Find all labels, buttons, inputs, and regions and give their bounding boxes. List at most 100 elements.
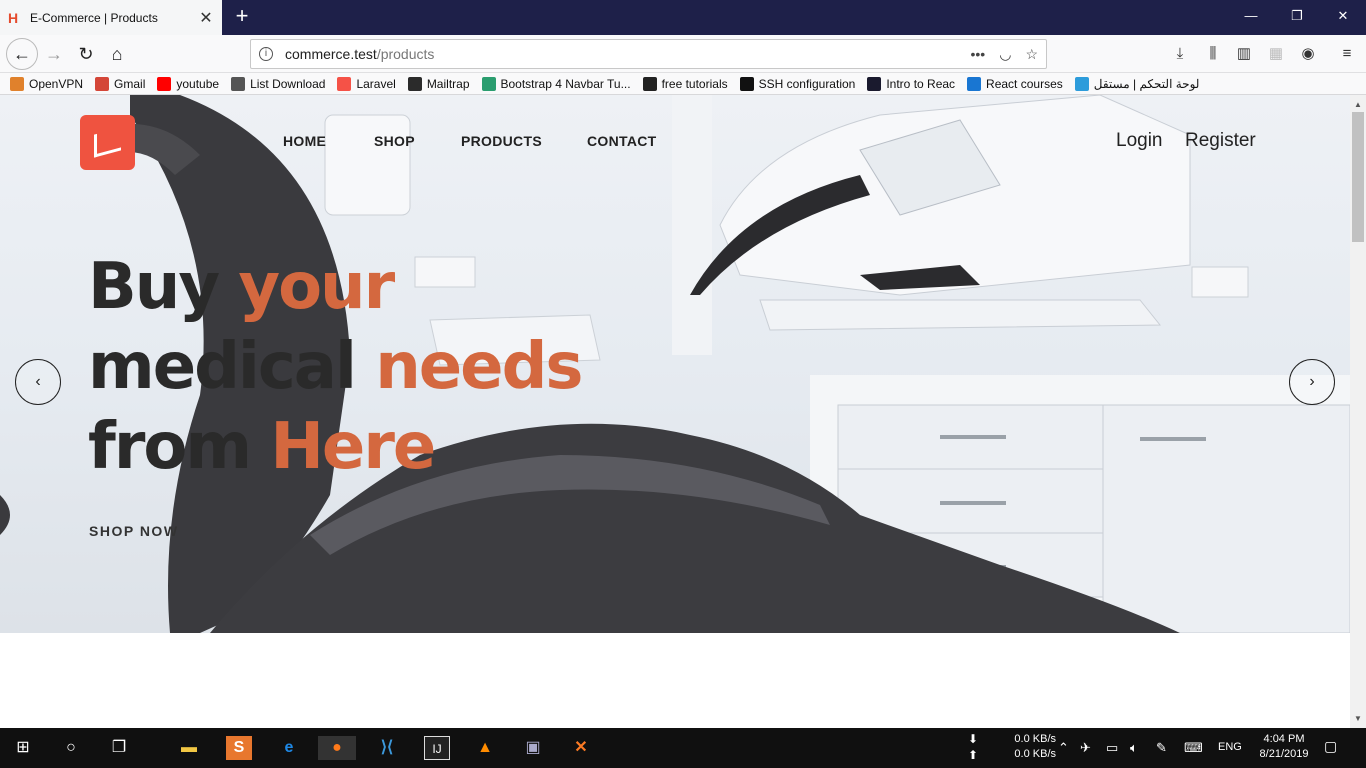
bookmark-label: Gmail xyxy=(114,76,146,91)
bookmark-item[interactable]: youtube xyxy=(157,76,220,91)
bookmark-label: free tutorials xyxy=(661,76,728,91)
bookmark-label: Bootstrap 4 Navbar Tu... xyxy=(500,76,631,91)
home-icon[interactable]: ⌂ xyxy=(103,40,131,68)
bookmark-label: youtube xyxy=(176,76,220,91)
keyboard-icon[interactable]: ⌨ xyxy=(1184,740,1203,755)
sidebar-icon[interactable]: ▥ xyxy=(1234,44,1254,64)
hero-carousel: HOME SHOP PRODUCTS CONTACT Login Registe… xyxy=(0,95,1350,633)
firefox-icon[interactable]: ● xyxy=(318,736,356,760)
navigation-toolbar: ← → ↻ ⌂ i commerce.test/products ••• ◡ ☆… xyxy=(0,35,1366,73)
scrollbar-thumb[interactable] xyxy=(1352,112,1364,242)
nav-products[interactable]: PRODUCTS xyxy=(461,133,542,149)
bookmark-favicon-icon xyxy=(481,76,496,91)
nav-contact[interactable]: CONTACT xyxy=(587,133,657,149)
bookmark-favicon-icon xyxy=(10,76,24,91)
menu-icon[interactable]: ≡ xyxy=(1337,44,1357,64)
back-icon[interactable]: ← xyxy=(6,38,38,70)
net-up-speed: 0.0 KB/s xyxy=(1014,748,1056,760)
volume-icon[interactable]: 🔈︎ xyxy=(1130,740,1138,755)
intellij-icon[interactable]: IJ xyxy=(424,736,450,760)
headline-line1-b: your xyxy=(238,250,395,324)
net-down-speed: 0.0 KB/s xyxy=(1014,733,1056,745)
bookmark-item[interactable]: free tutorials xyxy=(642,76,728,91)
carousel-next-icon[interactable]: › xyxy=(1289,359,1335,405)
url-bar[interactable]: i commerce.test/products ••• ◡ ☆ xyxy=(250,39,1047,69)
battery-icon[interactable]: ▭ xyxy=(1106,740,1118,755)
bookmark-item[interactable]: OpenVPN xyxy=(10,76,84,91)
site-logo-icon[interactable] xyxy=(80,115,135,170)
scroll-down-icon[interactable]: ▼ xyxy=(1350,711,1366,727)
extension-icon[interactable]: ▦ xyxy=(1266,44,1286,64)
carousel-prev-icon[interactable]: ‹ xyxy=(15,359,61,405)
airplane-mode-icon[interactable]: ✈ xyxy=(1080,740,1091,755)
new-tab-icon[interactable]: + xyxy=(230,4,254,28)
vscode-icon[interactable]: ⟩⟨ xyxy=(374,736,400,760)
notifications-icon[interactable]: ▢ xyxy=(1324,739,1337,754)
scroll-up-icon[interactable]: ▲ xyxy=(1350,97,1366,113)
pen-icon[interactable]: ✎ xyxy=(1156,740,1167,755)
show-hidden-icons-icon[interactable]: ⌃ xyxy=(1058,740,1069,755)
network-speed: 0.0 KB/s 0.0 KB/s xyxy=(1000,732,1056,762)
edge-browser-icon[interactable]: e xyxy=(276,736,302,760)
url-path: /products xyxy=(376,46,435,62)
remote-desktop-icon[interactable]: ▣ xyxy=(520,736,546,760)
forward-icon[interactable]: → xyxy=(40,40,68,68)
task-view-icon[interactable]: ❐ xyxy=(106,736,132,760)
downloads-icon[interactable]: ⤓ xyxy=(1170,44,1190,64)
start-windows-icon[interactable]: ⊞ xyxy=(10,736,36,760)
library-icon[interactable]: ⫼ xyxy=(1203,44,1223,64)
headline-line1-a: Buy xyxy=(88,250,239,324)
site-favicon-icon: H xyxy=(8,9,19,26)
shop-now-button[interactable]: SHOP NOW xyxy=(89,523,179,539)
bookmark-item[interactable]: List Download xyxy=(231,76,326,91)
bookmark-label: List Download xyxy=(250,76,326,91)
clock-time: 4:04 PM xyxy=(1263,733,1305,745)
bookmark-label: OpenVPN xyxy=(29,76,84,91)
windows-taskbar: ⊞ ○ ❐ ▬ S e ● ⟩⟨ IJ ▲ ▣ ✕ ⬇ ⬆ 0.0 KB/s 0.… xyxy=(0,728,1366,768)
xampp-icon[interactable]: ✕ xyxy=(568,736,594,760)
bookmark-star-icon[interactable]: ☆ xyxy=(1025,46,1038,63)
bookmark-item[interactable]: Intro to Reac xyxy=(867,76,955,91)
register-link[interactable]: Register xyxy=(1185,130,1256,152)
bookmark-item[interactable]: Gmail xyxy=(95,76,146,91)
bookmark-item[interactable]: لوحة التحكم | مستقل xyxy=(1074,76,1200,91)
bookmark-item[interactable]: Mailtrap xyxy=(407,76,470,91)
login-link[interactable]: Login xyxy=(1116,130,1163,152)
bookmark-item[interactable]: SSH configuration xyxy=(739,76,855,91)
pocket-icon[interactable]: ◡ xyxy=(999,46,1011,63)
network-arrows-icon: ⬇ ⬆ xyxy=(968,732,979,762)
bookmarks-toolbar: OpenVPN Gmail youtube List Download Laravel M… xyxy=(0,73,1366,95)
language-indicator[interactable]: ENG xyxy=(1218,740,1242,755)
url-host: commerce.test xyxy=(285,46,377,62)
tab-active[interactable]: H E-Commerce | Products ✕ xyxy=(0,0,222,35)
file-explorer-icon[interactable]: ▬ xyxy=(176,736,202,760)
bookmark-favicon-icon xyxy=(867,76,882,91)
bookmark-favicon-icon xyxy=(337,76,352,91)
headline-line3-b: Here xyxy=(270,410,436,484)
bookmark-label: Laravel xyxy=(356,76,396,91)
bookmark-favicon-icon xyxy=(642,76,657,91)
close-window-icon[interactable]: ✕ xyxy=(1320,0,1366,32)
reload-icon[interactable]: ↻ xyxy=(72,40,100,68)
cortana-search-icon[interactable]: ○ xyxy=(58,736,84,760)
bookmark-item[interactable]: Bootstrap 4 Navbar Tu... xyxy=(481,76,631,91)
bookmark-favicon-icon xyxy=(95,76,110,91)
bookmark-favicon-icon xyxy=(1074,76,1089,91)
headline-line2-b: needs xyxy=(375,330,583,404)
account-icon[interactable]: ◉ xyxy=(1298,44,1318,64)
restore-icon[interactable]: ❐ xyxy=(1274,0,1320,32)
minimize-icon[interactable]: — xyxy=(1228,0,1274,32)
clock[interactable]: 4:04 PM 8/21/2019 xyxy=(1252,732,1316,762)
sublime-text-icon[interactable]: S xyxy=(226,736,252,760)
bookmark-label: Mailtrap xyxy=(426,76,470,91)
close-tab-icon[interactable]: ✕ xyxy=(198,8,214,28)
bookmark-item[interactable]: Laravel xyxy=(337,76,396,91)
site-info-icon[interactable]: i xyxy=(259,47,273,61)
nav-shop[interactable]: SHOP xyxy=(374,133,415,149)
bookmark-label: لوحة التحكم | مستقل xyxy=(1093,76,1200,91)
nav-home[interactable]: HOME xyxy=(283,133,326,149)
vlc-icon[interactable]: ▲ xyxy=(472,736,498,760)
page-actions-icon[interactable]: ••• xyxy=(971,46,986,63)
hero-headline: Buy your medical needs from Here xyxy=(88,247,583,487)
bookmark-item[interactable]: React courses xyxy=(967,76,1063,91)
